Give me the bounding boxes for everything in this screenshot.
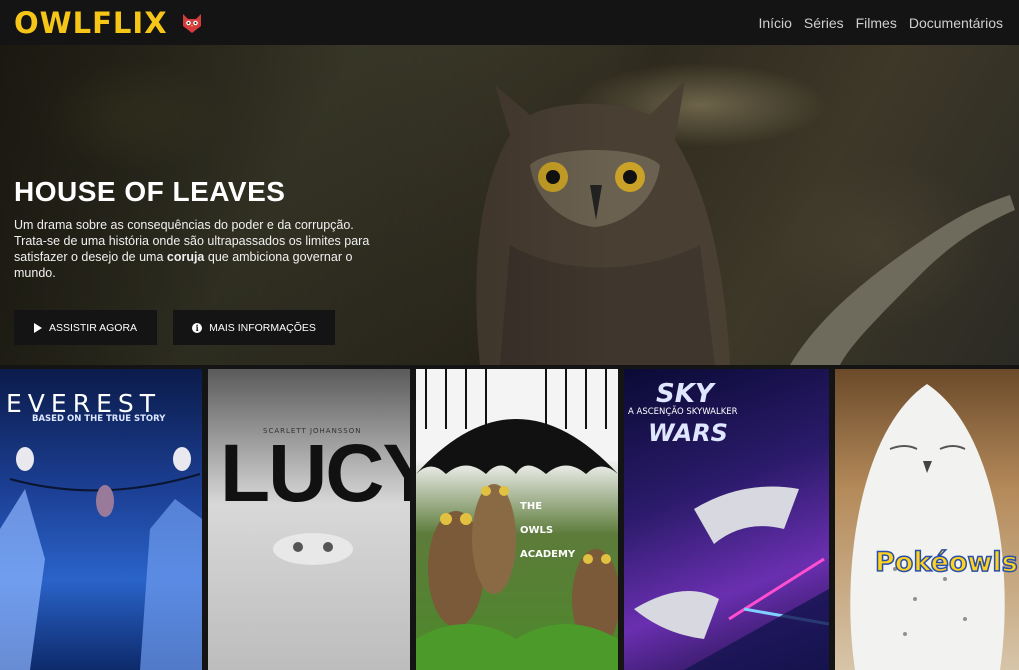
hero-description: Um drama sobre as consequências do poder… xyxy=(14,217,374,281)
more-info-button[interactable]: i MAIS INFORMAÇÕES xyxy=(173,310,335,345)
poster-sky-wars[interactable]: SKY A ASCENÇÃO SKYWALKER WARS xyxy=(624,369,829,670)
poster-title-line: THE xyxy=(520,501,543,512)
poster-title: LUCY xyxy=(220,428,410,519)
top-navbar: OWLFLIX Início Séries Filmes Documentári… xyxy=(0,0,1019,45)
nav-inicio[interactable]: Início xyxy=(758,15,791,31)
hero-banner: HOUSE OF LEAVES Um drama sobre as conseq… xyxy=(0,45,1019,365)
brand-logo-text[interactable]: OWLFLIX xyxy=(14,6,168,40)
nav-series[interactable]: Séries xyxy=(804,15,844,31)
poster-owls-academy[interactable]: THE OWLS ACADEMY xyxy=(416,369,618,670)
brand[interactable]: OWLFLIX xyxy=(14,6,204,40)
nav-documentarios[interactable]: Documentários xyxy=(909,15,1003,31)
poster-subtitle: A ASCENÇÃO SKYWALKER xyxy=(628,407,738,417)
hero-title: HOUSE OF LEAVES xyxy=(14,176,286,207)
poster-title-line: OWLS xyxy=(520,525,554,536)
poster-lucy[interactable]: SCARLETT JOHANSSON LUCY xyxy=(208,369,410,670)
nav-filmes[interactable]: Filmes xyxy=(856,15,897,31)
info-icon: i xyxy=(192,322,203,333)
poster-title: Pokéowls xyxy=(874,546,1018,579)
mountain-illustration xyxy=(0,447,202,670)
umbrella-illustration xyxy=(416,369,618,670)
poster-everest[interactable]: EVEREST BASED ON THE TRUE STORY xyxy=(0,369,202,670)
poster-title-bottom: WARS xyxy=(648,419,728,447)
watch-now-label: ASSISTIR AGORA xyxy=(48,321,138,334)
snowy-owl-illustration xyxy=(850,384,1005,670)
more-info-label: MAIS INFORMAÇÕES xyxy=(209,321,316,334)
play-icon xyxy=(33,322,42,333)
poster-title: THE OWLS ACADEMY xyxy=(520,495,575,567)
hero-description-highlight: coruja xyxy=(166,250,205,264)
poster-title-top: SKY xyxy=(656,379,714,409)
owl-face-illustration xyxy=(273,533,353,565)
poster-subtitle: BASED ON THE TRUE STORY xyxy=(32,414,166,424)
owls-battle-illustration xyxy=(634,486,829,670)
owl-logo-icon xyxy=(182,13,201,33)
poster-row: EVEREST BASED ON THE TRUE STORY SCARLETT… xyxy=(0,369,1019,670)
poster-title-line: ACADEMY xyxy=(520,549,576,560)
poster-pokeowls[interactable]: Pokéowls xyxy=(835,369,1019,670)
main-nav: Início Séries Filmes Documentários xyxy=(758,15,1003,31)
watch-now-button[interactable]: ASSISTIR AGORA xyxy=(14,310,157,345)
